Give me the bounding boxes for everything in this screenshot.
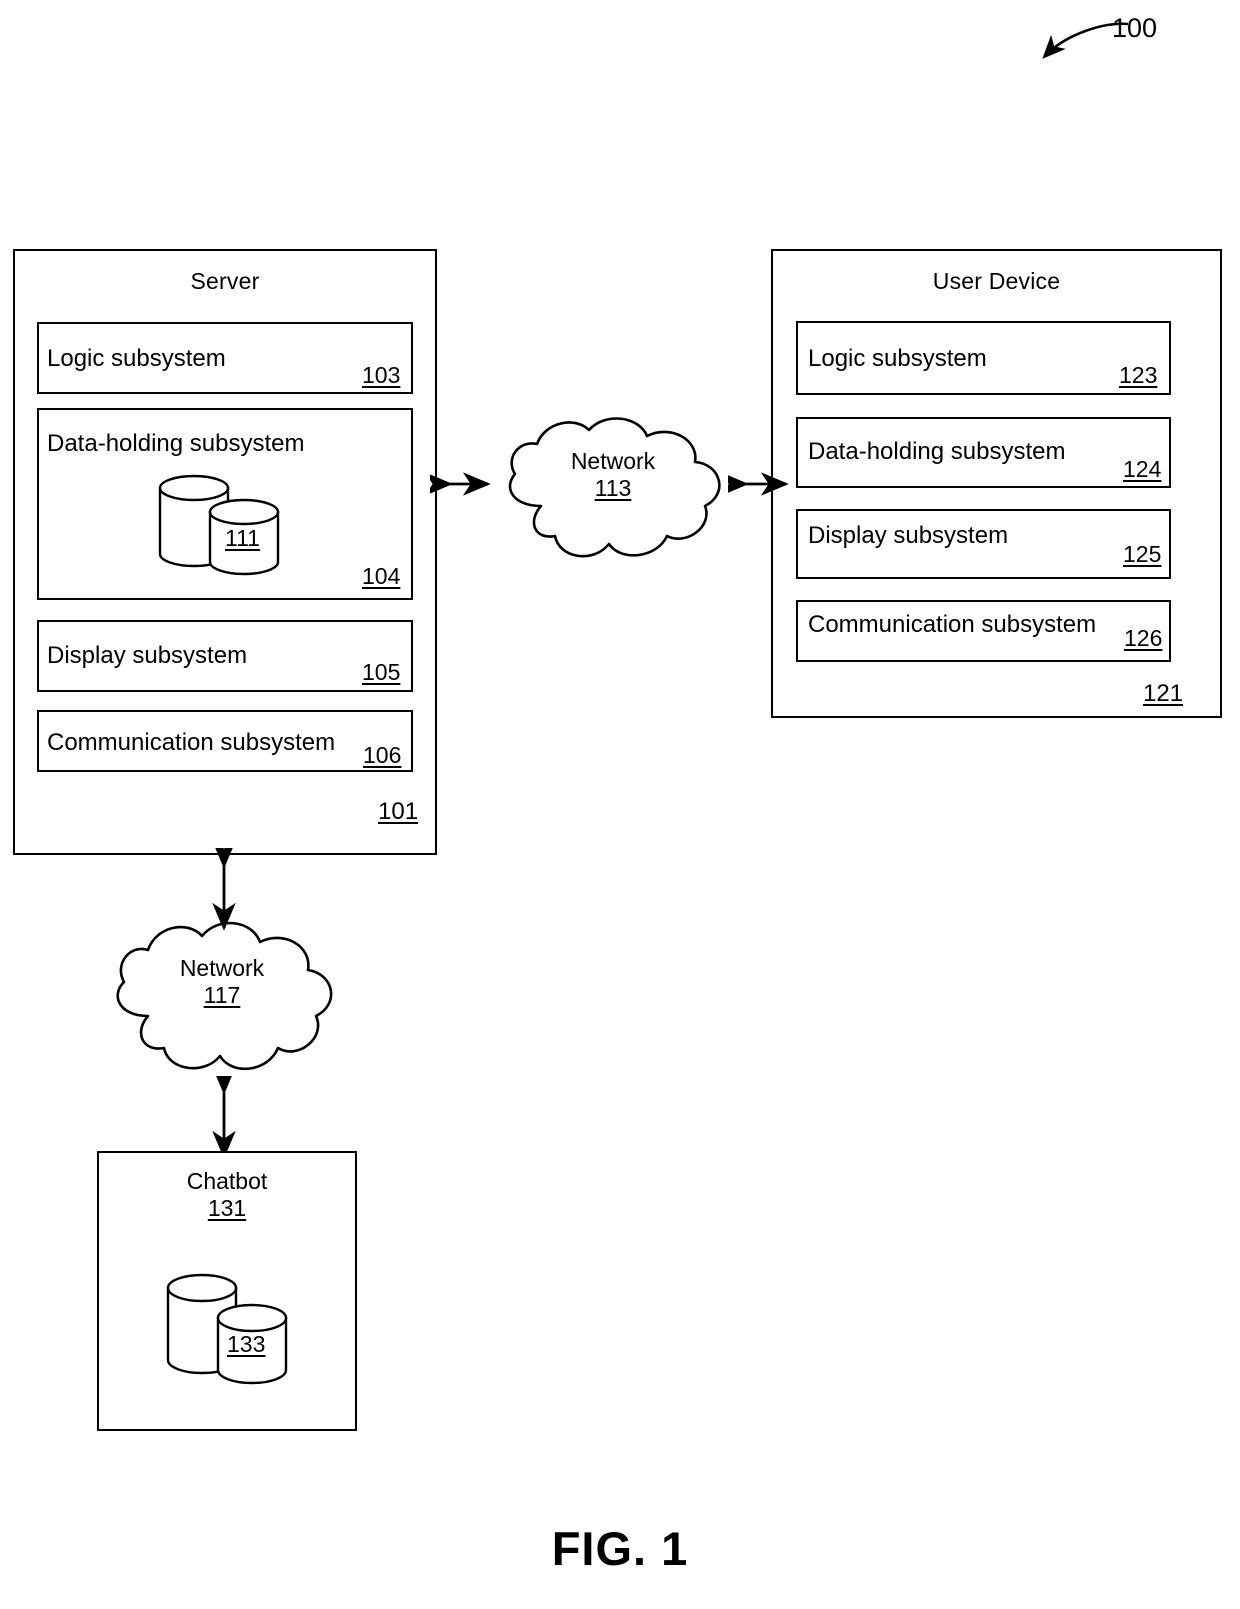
connector-network-113-user-device (728, 472, 789, 496)
network-113-label: Network 113 (489, 448, 737, 502)
user-device-subsystem-data-holding-label: Data-holding subsystem (808, 438, 1066, 465)
user-device-subsystem-data-holding-ref: 124 (1123, 456, 1162, 482)
server-subsystem-communication-ref: 106 (363, 742, 402, 768)
chatbot-title: Chatbot (186, 1168, 268, 1194)
server-subsystem-display-label: Display subsystem (47, 642, 248, 669)
server-subsystem-data-holding-ref: 104 (362, 563, 401, 589)
server-subsystem-data-holding-label: Data-holding subsystem (47, 430, 305, 457)
network-113-name: Network (570, 448, 656, 474)
network-117-name: Network (179, 955, 265, 981)
connector-server-network-113 (430, 472, 491, 496)
user-device-ref: 121 (1143, 680, 1184, 707)
chatbot-title-block: Chatbot 131 (97, 1168, 357, 1222)
network-117-ref: 117 (203, 982, 241, 1009)
user-device-subsystem-display-ref: 125 (1123, 541, 1162, 567)
server-subsystem-communication-label: Communication subsystem (47, 729, 336, 756)
server-subsystem-logic-ref: 103 (362, 362, 401, 388)
server-subsystem-logic-label: Logic subsystem (47, 345, 226, 372)
connector-server-network-117 (212, 848, 236, 931)
patent-figure: 100 Server Logic subsystem 103 Data-hold… (0, 0, 1240, 1609)
server-ref: 101 (378, 798, 419, 825)
user-device-subsystem-communication-ref: 126 (1124, 625, 1163, 651)
user-device-subsystem-logic-ref: 123 (1119, 362, 1158, 388)
user-device-subsystem-logic-label: Logic subsystem (808, 345, 987, 372)
network-113-ref: 113 (594, 475, 632, 502)
figure-caption: FIG. 1 (551, 1522, 689, 1575)
user-device-subsystem-display-label: Display subsystem (808, 522, 1009, 549)
chatbot-database-ref: 133 (227, 1331, 266, 1357)
user-device-subsystem-communication-label: Communication subsystem (808, 611, 1097, 638)
server-title: Server (190, 268, 260, 294)
server-database-icon (152, 470, 288, 585)
user-device-title: User Device (932, 268, 1061, 294)
reference-100-label: 100 (1112, 13, 1158, 43)
server-subsystem-display-ref: 105 (362, 659, 401, 685)
chatbot-ref: 131 (207, 1195, 247, 1222)
server-database-ref: 111 (225, 525, 260, 551)
network-117-label: Network 117 (98, 955, 346, 1009)
